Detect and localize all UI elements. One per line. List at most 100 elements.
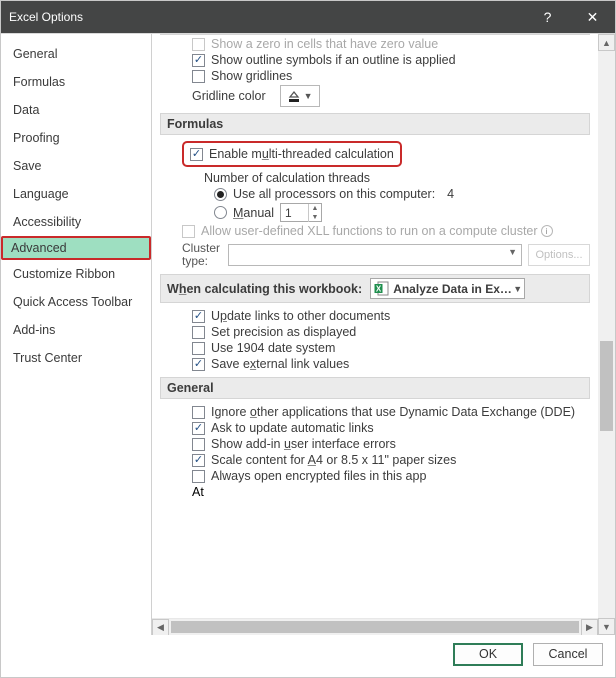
spin-up-icon[interactable]: ▲ [309,204,321,213]
allow-xll-label: Allow user-defined XLL functions to run … [201,224,538,238]
svg-text:X: X [376,285,382,294]
nav-proofing[interactable]: Proofing [1,124,151,152]
show-addin-errors-row: Show add-in user interface errors [160,437,590,451]
nav-accessibility[interactable]: Accessibility [1,208,151,236]
manual-threads-value: 1 [281,206,308,220]
save-external-checkbox[interactable] [192,358,205,371]
section-when-calculating-label: When calculating this workbook: [167,282,362,296]
processor-count: 4 [447,187,454,201]
enable-multithreaded-highlight: Enable multi-threaded calculation [182,141,402,167]
set-precision-row: Set precision as displayed [160,325,590,339]
gridline-color-label: Gridline color [192,89,266,103]
scroll-down-button[interactable]: ▼ [598,618,615,635]
info-icon[interactable]: i [541,225,553,237]
spin-down-icon[interactable]: ▼ [309,213,321,222]
cancel-button[interactable]: Cancel [533,643,603,666]
save-external-label: Save external link values [211,357,349,371]
show-outline-checkbox[interactable] [192,54,205,67]
scroll-right-button[interactable]: ▶ [581,619,598,635]
ask-update-label: Ask to update automatic links [211,421,374,435]
use-1904-checkbox[interactable] [192,342,205,355]
nav-language[interactable]: Language [1,180,151,208]
use-1904-label: Use 1904 date system [211,341,335,355]
nav-save[interactable]: Save [1,152,151,180]
scroll-thumb-vertical[interactable] [600,341,613,431]
scroll-left-button[interactable]: ◀ [152,619,169,635]
show-gridlines-checkbox[interactable] [192,70,205,83]
show-zero-row: Show a zero in cells that have zero valu… [160,37,590,51]
nav-data[interactable]: Data [1,96,151,124]
scroll-thumb-horizontal[interactable] [171,621,579,633]
category-nav: General Formulas Data Proofing Save Lang… [1,34,152,635]
ignore-dde-label: Ignore other applications that use Dynam… [211,405,575,419]
show-addin-errors-checkbox[interactable] [192,438,205,451]
content-pane: ▲ ▼ ◀ ▶ Show a zero in cells that have z… [152,34,615,635]
show-outline-label: Show outline symbols if an outline is ap… [211,53,456,67]
scrollbar-horizontal[interactable]: ◀ ▶ [152,618,598,635]
show-zero-label: Show a zero in cells that have zero valu… [211,37,438,51]
always-open-encrypted-row: Always open encrypted files in this app [160,469,590,483]
show-gridlines-row: Show gridlines [160,69,590,83]
nav-formulas[interactable]: Formulas [1,68,151,96]
ok-button[interactable]: OK [453,643,523,666]
cluster-type-label: Cluster type: [182,242,228,268]
enable-multithreaded-checkbox[interactable] [190,148,203,161]
nav-add-ins[interactable]: Add-ins [1,316,151,344]
workbook-dropdown[interactable]: X Analyze Data in Exc… ▼ [370,278,525,299]
save-external-row: Save external link values [160,357,590,371]
show-addin-errors-label: Show add-in user interface errors [211,437,396,451]
window-title: Excel Options [9,10,525,24]
manual-threads-radio[interactable] [214,206,227,219]
num-threads-label: Number of calculation threads [160,171,590,185]
manual-threads-spinner[interactable]: 1 ▲▼ [280,203,322,222]
nav-general[interactable]: General [1,40,151,68]
set-precision-checkbox[interactable] [192,326,205,339]
nav-advanced[interactable]: Advanced [1,236,151,260]
ignore-dde-row: Ignore other applications that use Dynam… [160,405,590,419]
scale-content-checkbox[interactable] [192,454,205,467]
update-links-label: Update links to other documents [211,309,390,323]
section-general: General [160,377,590,399]
cluster-type-row: Cluster type: ▼ Options... [182,242,590,268]
enable-multithreaded-row: Enable multi-threaded calculation [182,141,590,167]
excel-options-dialog: Excel Options ? ✕ General Formulas Data … [0,0,616,678]
use-all-processors-label: Use all processors on this computer: [233,187,435,201]
use-1904-row: Use 1904 date system [160,341,590,355]
gridline-color-row: Gridline color ▼ [192,85,590,107]
scale-content-label: Scale content for A4 or 8.5 x 11" paper … [211,453,456,467]
at-startup-label: At [192,485,590,499]
dialog-footer: OK Cancel [1,635,615,677]
nav-trust-center[interactable]: Trust Center [1,344,151,372]
section-when-calculating: When calculating this workbook: X Analyz… [160,274,590,303]
scrollbar-vertical[interactable] [598,51,615,618]
chevron-down-icon: ▼ [508,247,517,257]
gridline-color-dropdown[interactable]: ▼ [280,85,320,107]
help-button[interactable]: ? [525,1,570,33]
use-all-processors-radio[interactable] [214,188,227,201]
update-links-checkbox[interactable] [192,310,205,323]
cluster-options-button: Options... [528,244,590,266]
set-precision-label: Set precision as displayed [211,325,356,339]
scale-content-row: Scale content for A4 or 8.5 x 11" paper … [160,453,590,467]
manual-threads-row: Manual 1 ▲▼ [160,203,590,222]
cluster-type-dropdown[interactable]: ▼ [228,244,522,266]
chevron-down-icon: ▼ [513,284,522,294]
show-zero-checkbox[interactable] [192,38,205,51]
allow-xll-row: Allow user-defined XLL functions to run … [182,224,590,238]
close-button[interactable]: ✕ [570,1,615,33]
ask-update-checkbox[interactable] [192,422,205,435]
show-gridlines-label: Show gridlines [211,69,292,83]
ignore-dde-checkbox[interactable] [192,406,205,419]
use-all-processors-row: Use all processors on this computer: 4 [160,187,590,201]
nav-customize-ribbon[interactable]: Customize Ribbon [1,260,151,288]
scroll-up-button[interactable]: ▲ [598,34,615,51]
section-formulas: Formulas [160,113,590,135]
chevron-down-icon: ▼ [304,91,313,101]
workbook-name: Analyze Data in Exc… [393,282,513,296]
allow-xll-checkbox [182,225,195,238]
ask-update-row: Ask to update automatic links [160,421,590,435]
titlebar: Excel Options ? ✕ [1,1,615,33]
manual-threads-label: Manual [233,206,274,220]
always-open-encrypted-checkbox[interactable] [192,470,205,483]
nav-quick-access-toolbar[interactable]: Quick Access Toolbar [1,288,151,316]
